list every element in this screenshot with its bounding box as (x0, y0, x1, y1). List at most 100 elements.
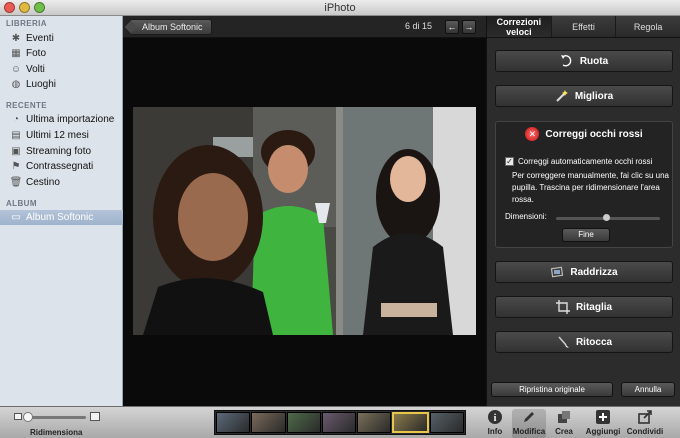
filmstrip-thumbnail[interactable] (286, 412, 321, 433)
share-label: Condividi (626, 427, 664, 436)
info-tool[interactable]: i Info (478, 409, 512, 438)
sidebar-item-label: Streaming foto (26, 146, 92, 157)
add-to-label: Aggiungi a (585, 427, 621, 438)
sidebar-item-events[interactable]: ✱ Eventi (0, 31, 123, 46)
sidebar-item-label: Ultima importazione (26, 114, 115, 125)
photos-icon: ▦ (11, 48, 21, 59)
filmstrip-thumbnail[interactable] (357, 412, 392, 433)
sidebar-item-album-softonic[interactable]: ▭ Album Softonic (0, 210, 123, 225)
section-header-recent: RECENTE (6, 101, 48, 110)
sidebar: LIBRERIA ✱ Eventi ▦ Foto ☺ Volti ◍ Luoghi RE… (0, 16, 123, 406)
edit-icon (521, 409, 537, 425)
calendar-icon: ▤ (11, 130, 21, 141)
sidebar-item-label: Ultimi 12 mesi (26, 130, 89, 141)
sidebar-item-label: Contrassegnati (26, 161, 94, 172)
redeye-help-text: Per correggere manualmente, fai clic su … (512, 171, 669, 204)
flag-icon: ⚑ (11, 161, 21, 172)
rotate-label: Ruota (579, 55, 609, 67)
events-icon: ✱ (11, 33, 21, 44)
create-icon (556, 409, 572, 425)
sidebar-item-flagged[interactable]: ⚑ Contrassegnati (0, 159, 123, 174)
filmstrip-thumbnail[interactable] (216, 412, 251, 433)
sidebar-item-label: Album Softonic (26, 212, 94, 223)
next-photo-button[interactable]: → (462, 20, 476, 34)
add-to-tool[interactable]: Aggiungi a (586, 409, 620, 438)
filmstrip-thumbnail[interactable] (392, 412, 429, 433)
svg-text:i: i (494, 413, 497, 424)
sidebar-item-label: Cestino (26, 177, 60, 188)
filmstrip-thumbnail[interactable] (429, 412, 464, 433)
add-icon (595, 409, 611, 425)
resize-label: Ridimensiona (30, 428, 83, 437)
auto-redeye-checkbox[interactable]: ✓ (505, 157, 514, 166)
straighten-button[interactable]: Raddrizza (495, 261, 673, 283)
sidebar-item-last-12-months[interactable]: ▤ Ultimi 12 mesi (0, 128, 123, 143)
photostream-icon: ▣ (11, 146, 21, 157)
sidebar-item-photos[interactable]: ▦ Foto (0, 46, 123, 61)
retouch-button[interactable]: Ritocca (495, 331, 673, 353)
edit-tool[interactable]: Modifica (512, 409, 546, 438)
sidebar-item-label: Eventi (26, 33, 54, 44)
previous-photo-button[interactable]: ← (445, 20, 459, 34)
window-title: iPhoto (324, 2, 356, 14)
brush-icon (556, 335, 570, 349)
done-button[interactable]: Fine (562, 228, 610, 242)
photo-canvas[interactable] (133, 107, 476, 335)
enhance-button[interactable]: Migliora (495, 85, 673, 107)
redeye-close-icon[interactable]: ✕ (525, 127, 540, 141)
redeye-section: ✕ Correggi occhi rossi ✓ Correggi automa… (495, 121, 673, 248)
tab-adjust[interactable]: Regola (616, 16, 680, 37)
places-icon: ◍ (11, 79, 21, 90)
edit-panel: Correzioni veloci Effetti Regola Ruota M… (486, 16, 680, 406)
resize-slider-knob[interactable] (23, 412, 33, 422)
redeye-header[interactable]: ✕ Correggi occhi rossi (496, 126, 672, 142)
sidebar-item-label: Luoghi (26, 79, 57, 90)
sidebar-item-places[interactable]: ◍ Luoghi (0, 77, 123, 92)
faces-icon: ☺ (10, 64, 22, 75)
trash-icon: 🗑 (9, 177, 23, 188)
sidebar-item-photostream[interactable]: ▣ Streaming foto (0, 144, 123, 159)
zoom-out-icon[interactable] (14, 413, 22, 420)
photo-viewer: Album Softonic 6 di 15 ← → (123, 16, 486, 406)
create-tool[interactable]: Crea (547, 409, 581, 438)
size-slider-knob[interactable] (602, 214, 610, 221)
sidebar-item-label: Volti (26, 64, 45, 75)
import-icon: ◔ (12, 114, 20, 125)
edit-tabs: Correzioni veloci Effetti Regola (487, 16, 680, 38)
viewer-header: Album Softonic 6 di 15 ← → (123, 16, 486, 38)
edit-label: Modifica (512, 427, 546, 436)
retouch-label: Ritocca (575, 336, 613, 348)
tab-effects[interactable]: Effetti (552, 16, 617, 37)
auto-redeye-option[interactable]: ✓ Correggi automaticamente occhi rossi (505, 157, 652, 166)
redeye-title: Correggi occhi rossi (545, 128, 643, 140)
section-header-album: ALBUM (6, 199, 37, 208)
resize-slider[interactable] (23, 412, 86, 422)
revert-to-original-button[interactable]: Ripristina originale (491, 382, 613, 397)
info-icon: i (487, 409, 503, 425)
tab-quick-fixes[interactable]: Correzioni veloci (487, 16, 552, 37)
back-to-album-button[interactable]: Album Softonic (129, 19, 212, 35)
zoom-in-icon[interactable] (90, 412, 100, 421)
sidebar-item-faces[interactable]: ☺ Volti (0, 62, 123, 77)
create-label: Crea (555, 427, 573, 436)
rotate-button[interactable]: Ruota (495, 50, 673, 72)
crop-button[interactable]: Ritaglia (495, 296, 673, 318)
crop-label: Ritaglia (575, 301, 613, 313)
title-bar: iPhoto (0, 0, 680, 16)
straighten-icon (550, 265, 564, 279)
rotate-icon (560, 54, 574, 68)
share-tool[interactable]: Condividi (626, 409, 664, 438)
filmstrip-thumbnail[interactable] (321, 412, 357, 433)
sidebar-item-last-import[interactable]: ◔ Ultima importazione (0, 112, 123, 127)
filmstrip-thumbnail[interactable] (251, 412, 286, 433)
size-label: Dimensioni: (505, 212, 547, 221)
auto-redeye-label: Correggi automaticamente occhi rossi (518, 157, 653, 166)
sidebar-item-trash[interactable]: 🗑 Cestino (0, 175, 123, 190)
magic-wand-icon (555, 89, 569, 103)
size-slider[interactable] (556, 214, 660, 221)
enhance-label: Migliora (574, 90, 614, 102)
straighten-label: Raddrizza (570, 266, 618, 278)
cancel-button[interactable]: Annulla (621, 382, 675, 397)
sidebar-item-label: Foto (26, 48, 47, 59)
bottom-toolbar: Ridimensiona i Info Modifica Crea Aggiun… (0, 406, 680, 438)
